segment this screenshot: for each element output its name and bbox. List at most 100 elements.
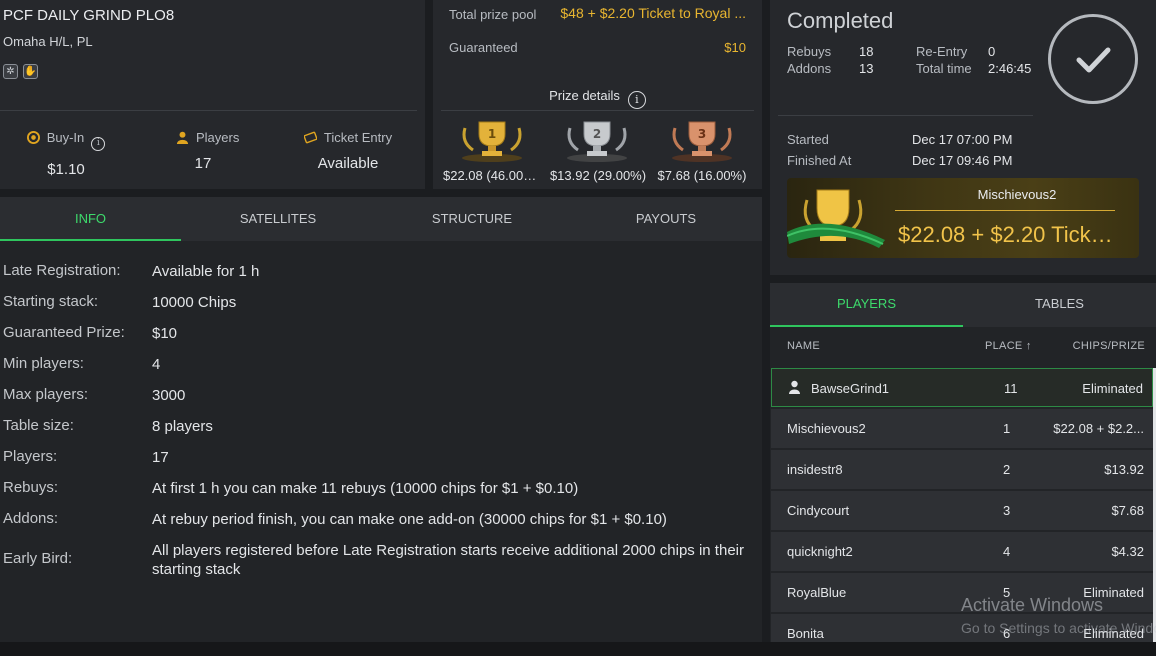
player-chips: $13.92 — [1104, 462, 1144, 477]
info-key: Addons: — [3, 510, 59, 527]
players-value: 17 — [194, 155, 212, 172]
player-row[interactable]: Cindycourt 3 $7.68 — [771, 491, 1153, 530]
info-key: Max players: — [3, 386, 89, 403]
divider — [441, 110, 754, 111]
info-icon[interactable]: i — [627, 91, 646, 109]
prize-place-1: $22.08 (46.00%... — [443, 168, 543, 183]
prize-place-3: $7.68 (16.00%) — [657, 168, 747, 183]
prize-panel: Total prize pool $48 + $2.20 Ticket to R… — [433, 0, 762, 189]
players-label: Players — [196, 130, 240, 145]
winner-trophy-icon — [787, 189, 885, 248]
rebuys-value: 18 — [859, 44, 874, 59]
tab-info[interactable]: INFO — [0, 197, 181, 241]
info-value: All players registered before Late Regis… — [152, 542, 744, 578]
info-value: At first 1 h you can make 11 rebuys (100… — [152, 480, 579, 497]
player-name: Mischievous2 — [787, 421, 866, 436]
player-name: Cindycourt — [787, 503, 850, 518]
player-chips: $7.68 — [1111, 503, 1144, 518]
tab-payouts[interactable]: PAYOUTS — [569, 197, 763, 241]
info-key: Rebuys: — [3, 479, 59, 496]
winner-name: Mischievous2 — [977, 187, 1057, 202]
info-key: Guaranteed Prize: — [3, 324, 125, 341]
rebuys-label: Rebuys — [787, 44, 832, 59]
player-place: 1 — [1003, 421, 1011, 436]
col-header-chips[interactable]: CHIPS/PRIZE — [1073, 340, 1145, 352]
total-time-value: 2:46:45 — [988, 61, 1032, 76]
player-row-self[interactable]: BawseGrind1 11 Eliminated — [771, 368, 1153, 407]
tab-structure[interactable]: STRUCTURE — [375, 197, 569, 241]
ticket-value: Available — [317, 155, 379, 172]
divider — [895, 210, 1115, 211]
tab-bar: INFO SATELLITES STRUCTURE PAYOUTS — [0, 197, 762, 241]
trophy-rank: 1 — [488, 127, 496, 141]
player-name: quicknight2 — [787, 544, 853, 559]
info-key: Min players: — [3, 355, 84, 372]
prize-details-label: Prize details — [549, 88, 620, 103]
started-label: Started — [787, 132, 829, 147]
total-prize-value: $48 + $2.20 Ticket to Royal ... — [560, 5, 746, 21]
tournament-game-type: Omaha H/L, PL — [3, 34, 93, 49]
players-stat: Players 17 — [176, 130, 240, 172]
col-header-name[interactable]: NAME — [787, 340, 820, 352]
player-chips: $4.32 — [1111, 544, 1144, 559]
status-title: Completed — [787, 8, 894, 33]
player-chips: $22.08 + $2.2... — [1053, 421, 1144, 436]
addons-label: Addons — [787, 61, 832, 76]
winner-banner: Mischievous2 $22.08 + $2.20 Ticke... — [787, 178, 1139, 258]
ticket-label: Ticket Entry — [323, 130, 393, 145]
finished-label: Finished At — [787, 153, 852, 168]
player-place: 3 — [1003, 503, 1011, 518]
info-value: 17 — [152, 449, 169, 466]
player-row[interactable]: Mischievous2 1 $22.08 + $2.2... — [771, 409, 1153, 448]
status-panel: Completed Rebuys 18 Addons 13 Re-Entry 0… — [770, 0, 1156, 275]
trophy-rank: 2 — [593, 127, 601, 141]
tab-satellites[interactable]: SATELLITES — [181, 197, 375, 241]
completed-check-icon — [1048, 14, 1138, 104]
info-value: At rebuy period finish, you can make one… — [152, 511, 667, 528]
tab-players[interactable]: PLAYERS — [770, 283, 963, 327]
player-row[interactable]: quicknight2 4 $4.32 — [771, 532, 1153, 571]
tournament-header: PCF DAILY GRIND PLO8 Omaha H/L, PL ✲ ✋ B… — [0, 0, 425, 189]
buyin-label: Buy-In — [46, 130, 85, 145]
hand-badge-icon: ✋ — [23, 64, 38, 79]
addons-value: 13 — [859, 61, 874, 76]
players-tab-bar: PLAYERS TABLES — [770, 283, 1156, 327]
info-key: Players: — [3, 448, 58, 465]
total-prize-label: Total prize pool — [449, 7, 537, 22]
guaranteed-label: Guaranteed — [449, 40, 518, 55]
chip-icon — [26, 131, 40, 144]
col-header-place[interactable]: PLACE ↑ — [985, 340, 1032, 352]
reentry-label: Re-Entry — [916, 44, 968, 59]
buyin-value: $1.10 — [47, 161, 85, 178]
info-value: 4 — [152, 356, 161, 373]
trophy-gold-icon: 1 — [442, 118, 542, 163]
divider — [778, 115, 1033, 116]
info-icon[interactable]: i — [91, 137, 106, 151]
user-icon — [176, 131, 189, 144]
reentry-value: 0 — [988, 44, 996, 59]
started-value: Dec 17 07:00 PM — [912, 132, 1013, 147]
info-key: Table size: — [3, 417, 74, 434]
info-value: 3000 — [152, 387, 186, 404]
guaranteed-value: $10 — [724, 40, 746, 55]
player-name: insidestr8 — [787, 462, 843, 477]
player-place: 11 — [1004, 381, 1018, 396]
buyin-stat: Buy-In i $1.10 — [24, 130, 108, 178]
ticket-icon — [303, 131, 317, 144]
prize-details[interactable]: Prize details i — [433, 88, 762, 109]
players-panel: PLAYERS TABLES NAME PLACE ↑ CHIPS/PRIZE … — [770, 283, 1156, 642]
guaranteed-row: Guaranteed $10 — [449, 40, 746, 55]
trophy-silver-icon: 2 — [547, 118, 647, 163]
player-place: 2 — [1003, 462, 1011, 477]
ticket-stat: Ticket Entry Available — [303, 130, 393, 172]
player-chips: Eliminated — [1082, 381, 1143, 396]
trophy-bronze-icon: 3 — [652, 118, 752, 163]
tab-tables[interactable]: TABLES — [963, 283, 1156, 327]
info-value: 10000 Chips — [152, 294, 237, 311]
windows-watermark-title: Activate Windows — [961, 595, 1104, 615]
player-name: RoyalBlue — [787, 585, 847, 600]
player-name: Bonita — [787, 626, 824, 641]
user-icon — [789, 380, 800, 394]
player-row[interactable]: insidestr8 2 $13.92 — [771, 450, 1153, 489]
divider — [0, 110, 417, 111]
